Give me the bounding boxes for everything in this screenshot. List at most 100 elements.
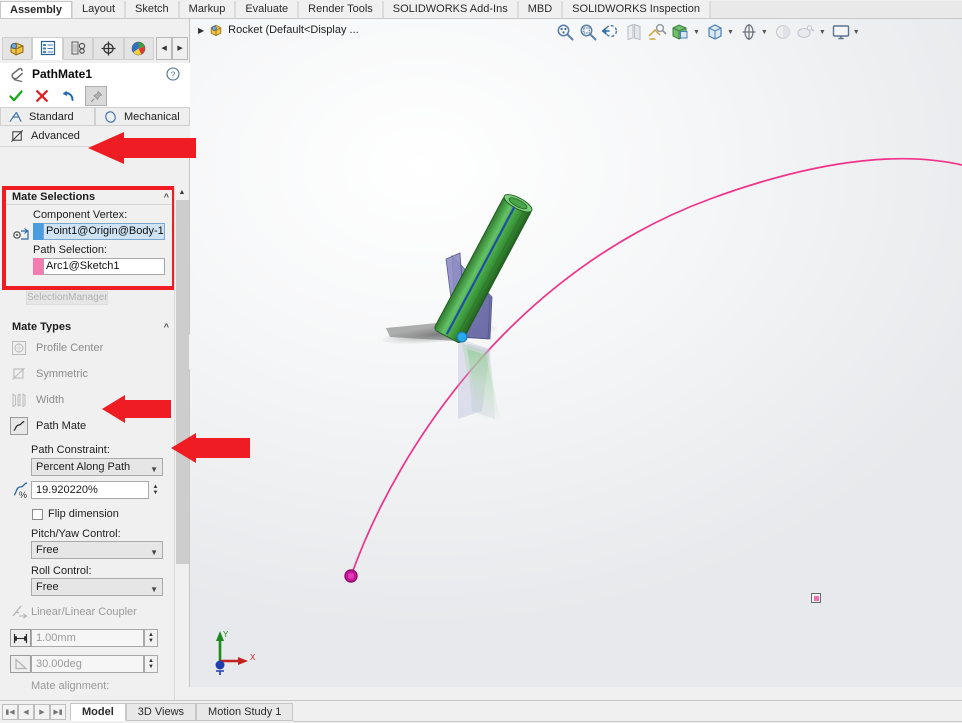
- ribbon-empty-area: [709, 1, 962, 18]
- pushpin-icon: [90, 90, 102, 102]
- path-endpoint-inner: [348, 573, 354, 579]
- linear-coupler-icon: [12, 605, 28, 619]
- green-check-icon: [8, 90, 23, 102]
- first-tab-button[interactable]: ▮◀: [2, 704, 18, 720]
- roll-control-value: Free: [36, 581, 59, 593]
- path-selection-field[interactable]: Arc1@Sketch1: [43, 258, 165, 275]
- component-vertex-color-swatch: [33, 223, 43, 240]
- path-constraint-select[interactable]: Percent Along Path ▼: [31, 458, 163, 476]
- distance-dimension-icon[interactable]: [10, 629, 31, 647]
- mate-type-symmetric-label: Symmetric: [36, 368, 88, 380]
- appearances-tab[interactable]: [123, 36, 155, 60]
- mate-type-width[interactable]: Width: [7, 387, 173, 413]
- mate-alignment-label: Mate alignment:: [31, 680, 110, 692]
- ribbon-tab-layout[interactable]: Layout: [71, 1, 126, 18]
- tab-3d-views[interactable]: 3D Views: [125, 703, 197, 721]
- tab-scroll-right-button[interactable]: ▶: [172, 36, 189, 60]
- feature-manager-tab[interactable]: [2, 36, 33, 60]
- mate-category-standard[interactable]: Standard: [0, 107, 95, 126]
- angle-dimension-icon[interactable]: [10, 655, 31, 673]
- triad-x-label: X: [250, 653, 256, 662]
- mate-entities-icon: [13, 228, 29, 240]
- roll-control-select[interactable]: Free ▼: [31, 578, 163, 596]
- 3d-viewport-scene[interactable]: Y X: [190, 19, 962, 687]
- path-selection-color-swatch: [33, 258, 43, 275]
- selected-vertex-marker: [456, 331, 468, 343]
- next-tab-button[interactable]: ▶: [34, 704, 50, 720]
- ribbon-tab-addins[interactable]: SOLIDWORKS Add-Ins: [382, 1, 518, 18]
- triad-y-label: Y: [223, 630, 229, 639]
- coupler-angle-input[interactable]: 30.00deg: [31, 655, 144, 673]
- component-vertex-field[interactable]: Point1@Origin@Body-1@R: [43, 223, 165, 240]
- property-manager-panel: ◀ ▶ PathMate1 ? Standard Mechanical Adva…: [0, 19, 190, 718]
- mate-selections-title: Mate Selections: [12, 190, 96, 203]
- mate-type-width-label: Width: [36, 394, 65, 406]
- scroll-up-button[interactable]: ▲: [175, 185, 189, 199]
- display-manager-tab[interactable]: [93, 36, 124, 60]
- pitch-yaw-control-select[interactable]: Free ▼: [31, 541, 163, 559]
- coupler-distance-spinner[interactable]: ▲ ▼: [144, 629, 158, 647]
- mate-type-path-mate[interactable]: Path Mate: [7, 413, 173, 439]
- ribbon-tab-assembly[interactable]: Assembly: [0, 1, 72, 18]
- coupler-angle-spinner[interactable]: ▲ ▼: [144, 655, 158, 673]
- last-tab-button[interactable]: ▶▮: [50, 704, 66, 720]
- flip-dimension-row[interactable]: Flip dimension: [32, 508, 119, 520]
- tab-scroll-left-button[interactable]: ◀: [156, 36, 173, 60]
- path-curve-arc1: [350, 157, 962, 577]
- selection-manager-button[interactable]: SelectionManager: [26, 291, 108, 305]
- flip-dimension-checkbox[interactable]: [32, 508, 43, 520]
- tab-model[interactable]: Model: [70, 703, 126, 721]
- graphics-area[interactable]: ▶ Rocket (Default<Display ... ▼ ▼ ▼ ▼ ▼ …: [190, 19, 962, 687]
- mate-types-group: Mate Types ^ Profile Center Symmetric Wi…: [7, 319, 173, 439]
- flip-dimension-label: Flip dimension: [48, 508, 119, 520]
- property-manager-actions: [7, 86, 107, 106]
- path-selection-row: Arc1@Sketch1: [33, 258, 173, 275]
- cancel-button[interactable]: [33, 88, 50, 105]
- ribbon-tab-sketch[interactable]: Sketch: [125, 1, 179, 18]
- mechanical-mate-icon: [105, 110, 116, 123]
- pin-button[interactable]: [85, 86, 107, 106]
- configuration-manager-tab[interactable]: [62, 36, 94, 60]
- chevron-up-icon[interactable]: ^: [164, 192, 169, 202]
- chevron-down-icon: ▼: [150, 465, 158, 474]
- accept-button[interactable]: [7, 88, 24, 105]
- percent-spinner[interactable]: ▲ ▼: [150, 481, 161, 499]
- tab-motion-study-1[interactable]: Motion Study 1: [196, 703, 294, 721]
- ribbon-tab-markup[interactable]: Markup: [178, 1, 236, 18]
- tab-nav-buttons: ▮◀ ◀ ▶ ▶▮: [2, 704, 66, 720]
- mate-type-symmetric[interactable]: Symmetric: [7, 361, 173, 387]
- mate-type-profile-center[interactable]: Profile Center: [7, 335, 173, 361]
- coupler-distance-input[interactable]: 1.00mm: [31, 629, 144, 647]
- mate-category-mechanical[interactable]: Mechanical: [95, 107, 190, 126]
- symmetric-icon: [10, 365, 28, 383]
- path-constraint-label: Path Constraint:: [31, 444, 110, 456]
- standard-mate-icon: [9, 111, 22, 122]
- tab-bar-filler: [293, 703, 962, 722]
- undo-button[interactable]: [59, 88, 76, 105]
- ribbon-tab-mbd[interactable]: MBD: [517, 1, 563, 18]
- previous-tab-button[interactable]: ◀: [18, 704, 34, 720]
- ribbon-tab-render-tools[interactable]: Render Tools: [298, 1, 383, 18]
- mate-selections-group: Mate Selections ^ Component Vertex: Poin…: [7, 189, 173, 285]
- property-manager-scrollbar[interactable]: ▲ ▼: [174, 185, 189, 718]
- percent-along-path-input[interactable]: 19.920220%: [31, 481, 149, 499]
- mate-selections-header[interactable]: Mate Selections ^: [7, 189, 173, 205]
- scrollbar-thumb[interactable]: [176, 200, 189, 564]
- ribbon-tab-evaluate[interactable]: Evaluate: [235, 1, 299, 18]
- chevron-up-icon[interactable]: ^: [164, 322, 169, 332]
- help-question-icon[interactable]: ?: [166, 67, 180, 81]
- property-manager-tab[interactable]: [32, 36, 63, 60]
- red-x-icon: [35, 90, 48, 102]
- path-selection-label: Path Selection:: [33, 244, 107, 256]
- mate-category-standard-label: Standard: [29, 110, 74, 123]
- svg-text:?: ?: [171, 69, 176, 79]
- path-constraint-value: Percent Along Path: [36, 461, 131, 473]
- document-tabs: Model 3D Views Motion Study 1: [70, 703, 294, 721]
- chevron-down-icon: ▼: [150, 585, 158, 594]
- mate-type-profile-center-label: Profile Center: [36, 342, 104, 354]
- mate-category-tabs: Standard Mechanical Advanced: [0, 107, 190, 147]
- mate-category-advanced[interactable]: Advanced: [0, 126, 190, 147]
- property-manager-header: PathMate1 ?: [0, 63, 190, 108]
- mate-types-header[interactable]: Mate Types ^: [7, 319, 173, 335]
- ribbon-tab-inspection[interactable]: SOLIDWORKS Inspection: [562, 1, 710, 18]
